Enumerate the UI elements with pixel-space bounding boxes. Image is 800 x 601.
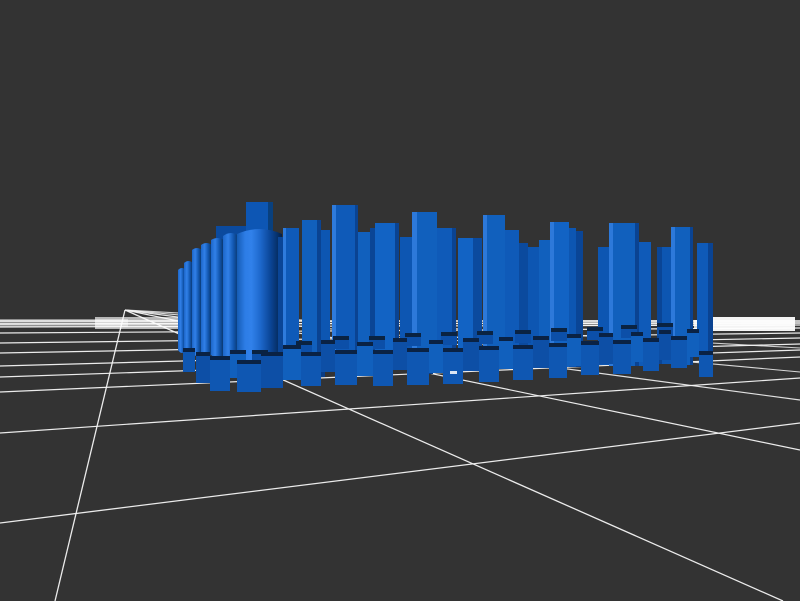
down-marker [515,330,531,334]
down-marker [441,332,457,336]
down-marker [357,342,373,346]
down-marker [333,340,349,349]
down-marker [405,337,421,346]
down-marker [429,340,443,344]
down-marker [499,341,513,369]
down-marker [283,345,301,349]
down-marker [631,336,643,362]
down-marker [581,345,599,375]
down-marker [587,327,603,331]
down-marker [463,342,479,371]
down-marker [230,350,246,354]
down-marker [210,360,230,391]
down-marker [657,323,673,327]
down-marker [333,336,349,340]
down-marker [513,349,533,380]
down-marker [479,346,499,350]
down-marker [301,352,321,356]
down-marker [671,340,687,368]
cylinder-marker [211,238,224,358]
box-marker [708,243,713,352]
grid-specks [450,371,457,374]
down-marker [443,352,463,384]
down-marker [699,351,713,355]
down-marker [567,334,581,338]
down-marker [515,334,531,343]
down-marker [643,338,659,342]
down-marker [335,350,357,354]
down-marker [441,336,457,345]
box-marker [278,237,283,361]
down-marker [393,342,407,370]
down-marker [533,336,549,340]
down-marker [407,352,429,385]
down-marker [613,340,631,344]
down-marker [549,343,567,347]
down-marker [549,347,567,378]
down-marker [499,337,513,341]
cylinder-marker [192,248,202,356]
down-marker [405,333,421,337]
down-marker [479,350,499,382]
cylinder-marker [223,233,239,359]
down-marker [357,346,373,376]
box-marker [317,220,321,361]
down-marker [477,331,493,335]
down-marker [237,360,261,364]
down-marker [369,336,385,340]
down-marker [659,334,671,360]
down-marker [659,330,671,334]
horizon-glow [710,317,795,331]
cylinder-marker [201,243,212,357]
down-marker [321,340,335,344]
down-marker [393,338,407,342]
down-marker [463,338,479,342]
viewport-canvas[interactable] [0,0,800,601]
down-marker [261,352,283,356]
cylinder-markers [178,229,282,363]
down-marker [237,364,261,392]
down-marker [671,336,687,340]
down-marker [599,333,613,337]
down-marker [513,345,533,349]
down-marker [621,325,637,329]
down-marker [631,332,643,336]
down-marker [551,328,567,332]
down-marker [183,348,195,352]
down-marker [643,342,659,371]
down-marker [196,356,210,383]
down-marker [567,338,581,366]
cylinder-marker [184,261,193,355]
down-marker [196,352,210,356]
down-marker [321,344,335,372]
down-marker [687,333,699,357]
down-marker [687,329,699,333]
down-marker [261,356,283,388]
down-marker [407,348,429,352]
box-marker [283,228,286,361]
down-marker [477,335,493,344]
down-marker [533,340,549,368]
down-marker [373,354,393,386]
down-marker [599,337,613,364]
down-marker [301,356,321,386]
grid-speck [450,371,457,374]
down-marker [551,332,567,341]
down-marker [335,354,357,385]
down-marker [283,349,301,380]
down-marker [296,341,312,345]
down-marker [613,344,631,374]
box-marker [355,205,358,362]
horizon-glow [0,319,128,327]
down-marker [373,350,393,354]
3d-viewport[interactable] [0,0,800,601]
down-marker [429,344,443,373]
down-marker [581,341,599,345]
down-marker [699,355,713,377]
box-marker [302,220,317,362]
down-marker [210,356,230,360]
cylinder-marker [237,229,282,363]
down-marker [183,352,195,372]
down-marker [443,348,463,352]
